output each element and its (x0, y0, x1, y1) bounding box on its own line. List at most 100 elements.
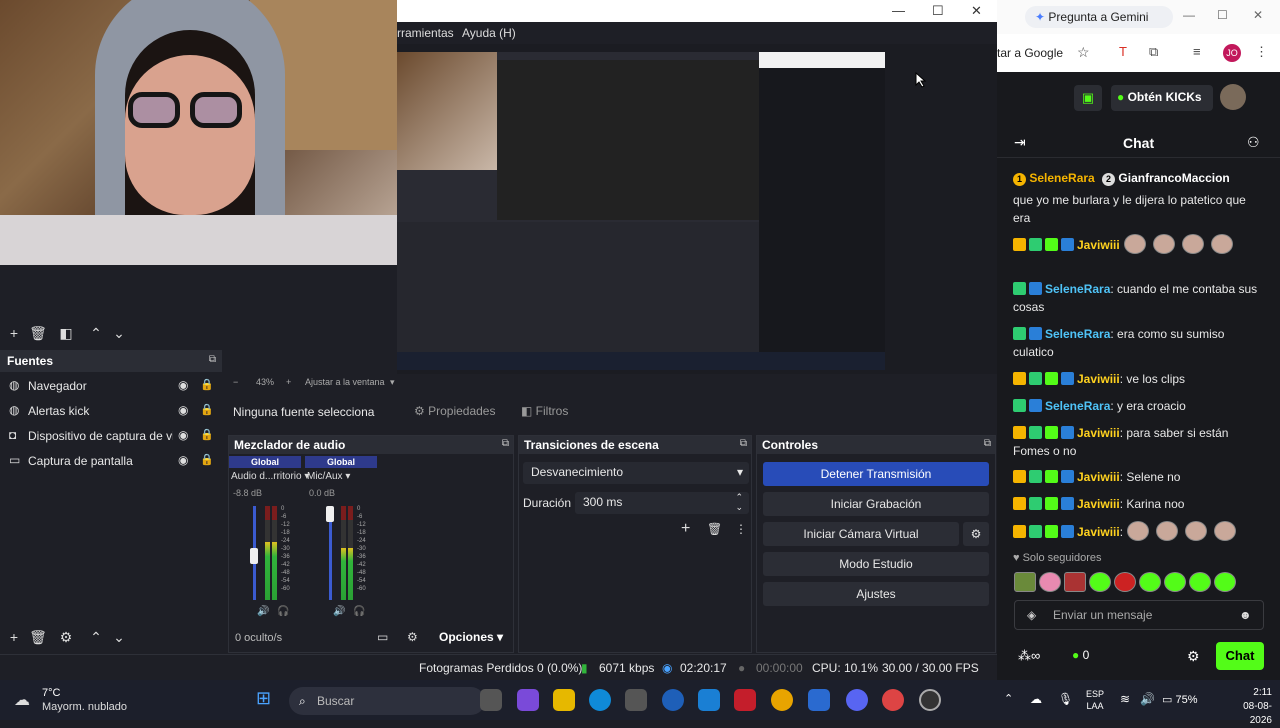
emote-icon[interactable] (1164, 572, 1186, 592)
chat-username[interactable]: Javiwiii (1077, 426, 1120, 440)
onedrive-icon[interactable]: ☁ (1030, 692, 1042, 706)
chat-username[interactable]: Javiwiii (1077, 372, 1120, 386)
gear-icon[interactable]: ⚙ (407, 630, 418, 644)
close-icon[interactable]: ✕ (1253, 8, 1263, 22)
queue-icon[interactable]: ≡ (1193, 44, 1201, 59)
pinned-user[interactable]: GianfrancoMaccion (1118, 171, 1229, 185)
add-icon[interactable]: + (5, 325, 23, 341)
trash-icon[interactable]: 🗑 (29, 629, 47, 646)
mic-icon[interactable]: 🎙 (1058, 692, 1073, 706)
file-explorer-icon[interactable] (553, 689, 575, 711)
chevron-down-icon[interactable]: ▾ (390, 377, 395, 388)
translate-icon[interactable]: T (1119, 44, 1127, 59)
lock-icon[interactable]: 🔒 (200, 453, 214, 466)
battery-indicator[interactable]: ▭ 75% (1162, 693, 1197, 706)
wifi-icon[interactable]: ≋ (1120, 692, 1130, 706)
filters-button[interactable]: ◧ Filtros (515, 402, 574, 422)
minimize-icon[interactable]: — (1183, 8, 1195, 22)
up-arrow-icon[interactable]: ⌃ (87, 325, 105, 342)
pinned-user[interactable]: SeleneRara (1029, 171, 1094, 185)
mixer-menu-icon[interactable]: ▭ (377, 630, 388, 644)
transition-select[interactable]: Desvanecimiento ▾ (523, 462, 749, 484)
slider-knob[interactable] (326, 506, 334, 522)
down-arrow-icon[interactable]: ⌄ (110, 325, 128, 342)
speaker-icon[interactable]: 🔊 (257, 606, 269, 617)
slider-knob[interactable] (250, 548, 258, 564)
chat-username[interactable]: SeleneRara (1045, 282, 1110, 296)
extensions-icon[interactable]: ⧉ (1149, 44, 1158, 60)
channel-name[interactable]: Audio d...rritorio ▾ (231, 471, 309, 482)
undock-icon[interactable]: ⧉ (984, 438, 991, 449)
windows-start-icon[interactable]: ⊞ (256, 688, 271, 709)
emote-icon[interactable] (1214, 572, 1236, 592)
chat-username[interactable]: SeleneRara (1045, 399, 1110, 413)
help-icon[interactable] (698, 689, 720, 711)
gear-icon[interactable]: ⚙ (963, 522, 989, 546)
chat-username[interactable]: SeleneRara (1045, 327, 1110, 341)
speaker-icon[interactable]: 🔊 (333, 606, 345, 617)
add-icon[interactable]: + (5, 629, 23, 645)
discord-icon[interactable] (846, 689, 868, 711)
up-arrow-icon[interactable]: ⌃ (87, 629, 105, 646)
maximize-icon[interactable]: ☐ (1217, 8, 1228, 22)
chrome-icon[interactable] (771, 689, 793, 711)
taskbar-search[interactable]: ⌕ Buscar (289, 687, 485, 715)
chrome-profile-icon[interactable] (882, 689, 904, 711)
close-icon[interactable]: ✕ (971, 3, 982, 19)
chat-username[interactable]: Javiwiii (1077, 470, 1120, 484)
emote-icon[interactable] (1189, 572, 1211, 592)
emote-icon[interactable] (1089, 572, 1111, 592)
undock-icon[interactable]: ⧉ (502, 438, 509, 449)
emote-icon[interactable] (1114, 572, 1136, 592)
maximize-icon[interactable]: ☐ (932, 3, 944, 19)
task-view-icon[interactable] (480, 689, 502, 711)
source-item[interactable]: ▭ Captura de pantalla ◉ 🔒 (0, 449, 222, 474)
address-bar-text[interactable]: tar a Google (997, 46, 1063, 60)
emoji-icon[interactable]: ☻ (1239, 608, 1252, 622)
emote-icon[interactable] (1156, 521, 1179, 541)
undock-icon[interactable]: ⧉ (740, 438, 747, 449)
avatar[interactable] (1220, 84, 1246, 110)
chat-username[interactable]: Javiwiii (1077, 525, 1120, 539)
chat-username[interactable]: Javiwiii (1077, 238, 1120, 252)
eye-icon[interactable]: ◉ (178, 378, 188, 392)
copilot-icon[interactable] (517, 689, 539, 711)
zoom-in-button[interactable]: + (286, 377, 291, 387)
eye-icon[interactable]: ◉ (178, 428, 188, 442)
emote-icon[interactable] (1123, 234, 1146, 254)
emote-icon[interactable] (1214, 521, 1237, 541)
emote-icon[interactable] (1139, 572, 1161, 592)
add-icon[interactable]: + (681, 520, 690, 538)
eye-icon[interactable]: ◉ (178, 453, 188, 467)
volume-slider[interactable] (326, 506, 334, 600)
stepper-icon[interactable]: ⌃ ⌄ (735, 492, 743, 512)
studio-mode-button[interactable]: Modo Estudio (763, 552, 989, 576)
gear-icon[interactable]: ⚙ (57, 629, 75, 646)
users-icon[interactable]: ⚇ (1247, 134, 1260, 151)
down-arrow-icon[interactable]: ⌄ (110, 629, 128, 646)
get-kicks-button[interactable]: ● Obtén KICKs (1111, 85, 1213, 111)
mcafee-icon[interactable] (734, 689, 756, 711)
properties-button[interactable]: ⚙ Propiedades (408, 402, 501, 422)
undock-icon[interactable]: ⧉ (209, 354, 216, 365)
duration-input[interactable]: 300 ms ⌃ ⌄ (575, 492, 749, 514)
source-item[interactable]: ◍ Alertas kick ◉ 🔒 (0, 399, 222, 424)
emote-icon[interactable] (1127, 521, 1150, 541)
options-button[interactable]: Opciones ▾ (439, 630, 503, 644)
infinity-icon[interactable]: ⁂∞ (1018, 648, 1040, 664)
edge-icon[interactable] (589, 689, 611, 711)
start-recording-button[interactable]: Iniciar Grabación (763, 492, 989, 516)
cloud-icon[interactable]: ☁ (14, 690, 30, 710)
emote-icon[interactable] (1064, 572, 1086, 592)
store-icon[interactable] (625, 689, 647, 711)
volume-icon[interactable]: 🔊 (1140, 692, 1155, 706)
emote-icon[interactable] (1014, 572, 1036, 592)
filter-icon[interactable]: ◧ (57, 325, 75, 342)
emote-icon[interactable] (1210, 234, 1233, 254)
more-icon[interactable]: ⋮ (735, 522, 747, 536)
more-icon[interactable]: ⋮ (1255, 44, 1268, 60)
weather-temp[interactable]: 7°C (42, 687, 60, 699)
chat-username[interactable]: Javiwiii (1077, 497, 1120, 511)
trash-icon[interactable]: 🗑 (29, 325, 47, 342)
gear-icon[interactable]: ⚙ (1187, 648, 1200, 665)
